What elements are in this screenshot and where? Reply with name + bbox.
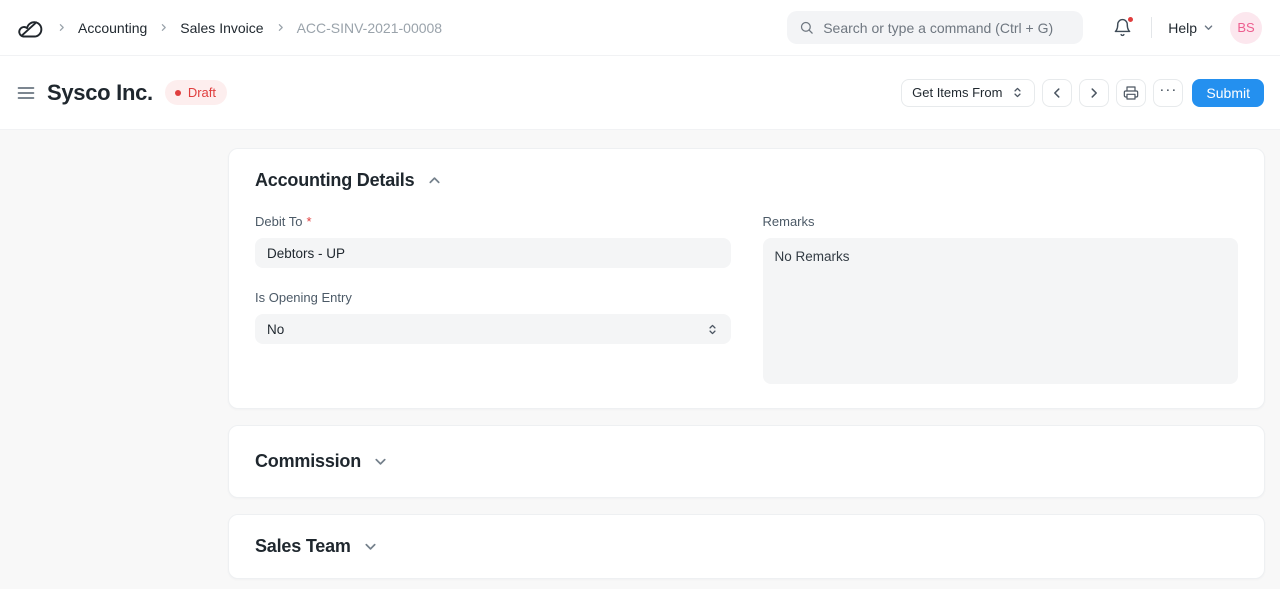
field-label: Remarks — [763, 214, 1239, 229]
select-chevrons-icon — [1011, 86, 1024, 99]
sales-team-section: Sales Team — [228, 514, 1265, 579]
get-items-from-label: Get Items From — [912, 85, 1002, 100]
user-avatar[interactable]: BS — [1230, 12, 1262, 44]
next-document-button[interactable] — [1079, 79, 1109, 107]
breadcrumb: Accounting Sales Invoice ACC-SINV-2021-0… — [57, 20, 442, 36]
frappe-cloud-logo-icon — [16, 15, 43, 40]
global-search[interactable] — [787, 11, 1083, 44]
chevron-right-icon — [1087, 86, 1101, 100]
navbar-divider — [1151, 17, 1152, 38]
top-navbar: Accounting Sales Invoice ACC-SINV-2021-0… — [0, 0, 1280, 56]
commission-section: Commission — [228, 425, 1265, 498]
help-label: Help — [1168, 20, 1197, 36]
debit-to-input[interactable] — [255, 238, 731, 268]
accounting-details-grid: Debit To * Is Opening Entry No — [255, 214, 1238, 384]
avatar-initials: BS — [1237, 20, 1254, 35]
help-menu[interactable]: Help — [1168, 20, 1214, 36]
accounting-details-section: Accounting Details Debit To * — [228, 148, 1265, 409]
section-title: Sales Team — [255, 536, 351, 557]
notification-dot — [1127, 16, 1134, 23]
chevron-right-icon — [276, 23, 285, 32]
submit-button[interactable]: Submit — [1192, 79, 1264, 107]
sales-team-header[interactable]: Sales Team — [255, 536, 378, 557]
ellipsis-icon: ··· — [1159, 81, 1177, 98]
chevron-left-icon — [1050, 86, 1064, 100]
chevron-right-icon — [57, 23, 66, 32]
remarks-field: Remarks No Remarks — [763, 214, 1239, 384]
is-opening-entry-label: Is Opening Entry — [255, 290, 352, 305]
commission-header[interactable]: Commission — [255, 451, 388, 472]
breadcrumb-sales-invoice[interactable]: Sales Invoice — [180, 20, 263, 36]
printer-icon — [1123, 85, 1139, 101]
required-asterisk: * — [306, 214, 311, 229]
app-logo[interactable] — [16, 15, 43, 40]
chevron-down-icon — [1203, 22, 1214, 33]
hamburger-menu-icon — [16, 83, 36, 103]
search-icon — [799, 20, 814, 35]
debit-to-label: Debit To — [255, 214, 302, 229]
form-column-right: Remarks No Remarks — [763, 214, 1239, 384]
navbar-right-group: Help BS — [787, 11, 1262, 44]
chevron-right-icon — [159, 23, 168, 32]
page-actions: Get Items From ··· Submit — [901, 79, 1264, 107]
remarks-label: Remarks — [763, 214, 815, 229]
remarks-textarea[interactable]: No Remarks — [763, 238, 1239, 384]
is-opening-entry-value: No — [267, 322, 284, 337]
section-title: Commission — [255, 451, 361, 472]
status-dot-icon — [175, 90, 181, 96]
status-badge: Draft — [165, 80, 227, 105]
debit-to-field: Debit To * — [255, 214, 731, 268]
get-items-from-button[interactable]: Get Items From — [901, 79, 1035, 107]
is-opening-entry-field: Is Opening Entry No — [255, 290, 731, 344]
status-badge-label: Draft — [188, 85, 216, 100]
is-opening-entry-select[interactable]: No — [255, 314, 731, 344]
select-chevrons-icon — [706, 323, 719, 336]
previous-document-button[interactable] — [1042, 79, 1072, 107]
breadcrumb-current-document: ACC-SINV-2021-00008 — [297, 20, 443, 36]
form-column-left: Debit To * Is Opening Entry No — [255, 214, 731, 384]
chevron-down-icon — [363, 539, 378, 554]
page-header: Sysco Inc. Draft Get Items From ··· Subm… — [0, 56, 1280, 130]
more-options-button[interactable]: ··· — [1153, 79, 1183, 107]
chevron-up-icon — [427, 173, 442, 188]
sidebar-toggle-button[interactable] — [16, 83, 36, 103]
form-body: Accounting Details Debit To * — [0, 130, 1280, 579]
breadcrumb-accounting[interactable]: Accounting — [78, 20, 147, 36]
page-title: Sysco Inc. — [47, 80, 153, 106]
chevron-down-icon — [373, 454, 388, 469]
field-label: Debit To * — [255, 214, 731, 229]
notifications-button[interactable] — [1113, 18, 1132, 37]
field-label: Is Opening Entry — [255, 290, 731, 305]
search-input[interactable] — [823, 20, 1071, 36]
print-button[interactable] — [1116, 79, 1146, 107]
section-title: Accounting Details — [255, 170, 414, 191]
accounting-details-header[interactable]: Accounting Details — [255, 170, 1238, 191]
